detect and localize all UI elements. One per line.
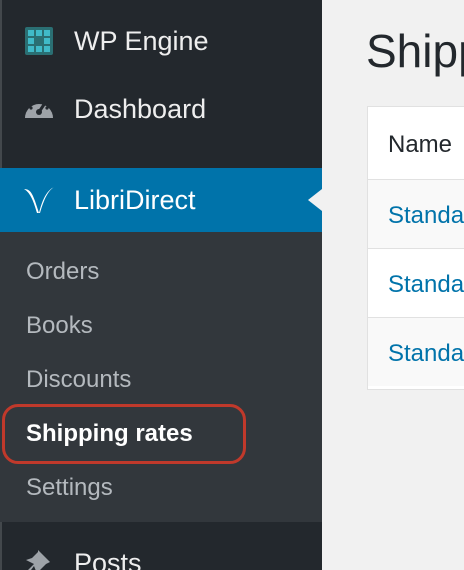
submenu-item-discounts[interactable]: Discounts <box>26 366 131 394</box>
shipping-rates-table: Name Standa Standa Standa <box>367 106 464 390</box>
rate-name-link[interactable]: Standa <box>388 340 464 368</box>
dashboard-gauge-icon <box>22 92 56 126</box>
sidebar-item-dashboard[interactable]: Dashboard <box>0 86 322 132</box>
table-row: Standa <box>368 248 464 317</box>
pushpin-icon <box>22 546 56 570</box>
submenu-item-books[interactable]: Books <box>26 312 93 340</box>
page-title: Shipp <box>366 25 464 77</box>
sidebar-item-label: LibriDirect <box>74 184 196 215</box>
submenu-item-settings[interactable]: Settings <box>26 474 113 502</box>
submenu-item-orders[interactable]: Orders <box>26 258 99 286</box>
rate-name-link[interactable]: Standa <box>388 271 464 299</box>
sidebar-item-wp-engine[interactable]: WP Engine <box>0 18 322 64</box>
sidebar-item-label: WP Engine <box>74 25 209 56</box>
sidebar-item-label: Dashboard <box>74 93 207 124</box>
libridirect-v-logo-icon <box>22 183 56 217</box>
wpengine-grid-icon <box>22 24 56 58</box>
sidebar-item-posts[interactable]: Posts <box>0 540 322 570</box>
sidebar-item-libridirect[interactable]: LibriDirect <box>0 168 322 232</box>
sidebar-item-label: Posts <box>74 547 142 570</box>
rate-name-link[interactable]: Standa <box>388 202 464 230</box>
screen: Shipp Name Standa Standa Standa <box>0 0 464 570</box>
table-row: Standa <box>368 317 464 386</box>
current-menu-arrow <box>308 189 322 211</box>
submenu-item-shipping-rates[interactable]: Shipping rates <box>26 420 193 448</box>
libridirect-submenu: Orders Books Discounts Shipping rates Se… <box>0 232 322 522</box>
admin-sidebar: WP Engine Dashboard LibriDirect Orders B… <box>0 0 322 570</box>
table-row: Standa <box>368 179 464 248</box>
column-header-name[interactable]: Name <box>388 131 452 159</box>
